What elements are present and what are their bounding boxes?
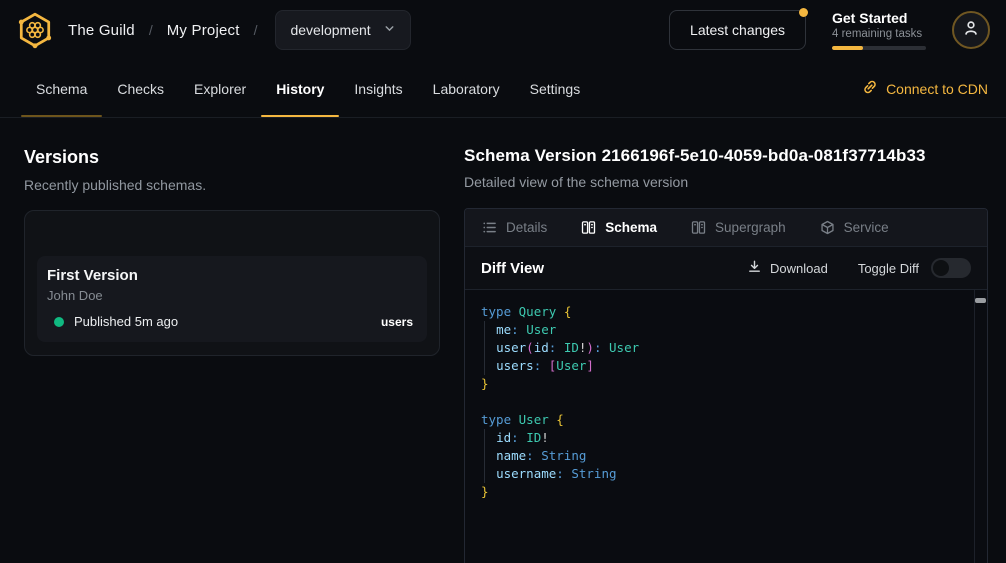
- service-badge: users: [381, 315, 413, 329]
- top-bar: The Guild / My Project / development Lat…: [0, 0, 1006, 60]
- published-status-dot: [54, 317, 64, 327]
- breadcrumb: The Guild / My Project / development: [16, 10, 411, 50]
- detail-tab-schema[interactable]: Schema: [581, 220, 657, 235]
- version-meta-row: Published 5m ago users: [47, 314, 413, 329]
- schema-sdl-code: type Query { me: User user(id: ID!): Use…: [465, 289, 987, 563]
- download-button[interactable]: Download: [747, 259, 828, 277]
- versions-title: Versions: [24, 147, 440, 168]
- tab-explorer[interactable]: Explorer: [179, 60, 261, 117]
- switch-knob: [933, 260, 949, 276]
- tab-settings[interactable]: Settings: [515, 60, 596, 117]
- detail-tab-supergraph[interactable]: Supergraph: [691, 220, 786, 235]
- code-scrollbar: [974, 290, 987, 563]
- hive-logo-icon[interactable]: [16, 11, 54, 49]
- detail-tab-details[interactable]: Details: [482, 220, 547, 235]
- project-link[interactable]: My Project: [167, 22, 240, 39]
- target-nav: SchemaChecksExplorerHistoryInsightsLabor…: [0, 60, 1006, 118]
- tab-checks[interactable]: Checks: [102, 60, 179, 117]
- detail-tabs: Details Schema Supergraph Service: [465, 209, 987, 246]
- schema-version-panel: Schema Version 2166196f-5e10-4059-bd0a-0…: [464, 118, 988, 563]
- code-line: }: [481, 375, 971, 393]
- nav-tabs: SchemaChecksExplorerHistoryInsightsLabor…: [0, 60, 595, 117]
- cube-icon: [820, 220, 835, 235]
- schema-version-title: Schema Version 2166196f-5e10-4059-bd0a-0…: [464, 146, 988, 166]
- breadcrumb-separator: /: [254, 22, 258, 38]
- version-status: Published 5m ago: [74, 314, 178, 329]
- latest-changes-button[interactable]: Latest changes: [669, 10, 806, 50]
- get-started-widget[interactable]: Get Started 4 remaining tasks: [832, 10, 926, 50]
- tab-laboratory[interactable]: Laboratory: [418, 60, 515, 117]
- version-list-item[interactable]: First Version John Doe Published 5m ago …: [37, 256, 427, 342]
- org-link[interactable]: The Guild: [68, 22, 135, 39]
- code-line: username: String: [481, 465, 971, 483]
- breadcrumb-separator: /: [149, 22, 153, 38]
- diff-actions: Download Toggle Diff: [747, 258, 971, 278]
- get-started-title: Get Started: [832, 10, 926, 26]
- schema-detail-card: Details Schema Supergraph Service Diff View…: [464, 208, 988, 563]
- code-line: }: [481, 483, 971, 501]
- main-content: Versions Recently published schemas. Fir…: [0, 118, 1006, 563]
- diff-view-title: Diff View: [481, 260, 544, 277]
- columns-icon: [581, 220, 596, 235]
- connect-to-cdn-button[interactable]: Connect to CDN: [862, 60, 988, 117]
- detail-tab-service[interactable]: Service: [820, 220, 889, 235]
- versions-subtitle: Recently published schemas.: [24, 177, 440, 193]
- version-author: John Doe: [47, 288, 413, 303]
- environment-dropdown[interactable]: development: [275, 10, 410, 50]
- download-icon: [747, 259, 762, 277]
- code-line: users: [User]: [481, 357, 971, 375]
- link-icon: [862, 79, 878, 98]
- versions-list-card: First Version John Doe Published 5m ago …: [24, 210, 440, 356]
- code-line: me: User: [481, 321, 971, 339]
- list-icon: [482, 220, 497, 235]
- toggle-diff-switch[interactable]: [931, 258, 971, 278]
- notification-dot: [799, 8, 808, 17]
- indent-guide: [484, 429, 485, 483]
- user-avatar[interactable]: [952, 11, 990, 49]
- version-name: First Version: [47, 267, 413, 284]
- header-actions: Latest changes Get Started 4 remaining t…: [669, 10, 990, 50]
- environment-value: development: [290, 22, 370, 38]
- indent-guide: [484, 321, 485, 375]
- toggle-diff-label: Toggle Diff: [858, 261, 919, 276]
- code-line: type User {: [481, 411, 971, 429]
- schema-version-subtitle: Detailed view of the schema version: [464, 174, 988, 190]
- code-line: type Query {: [481, 303, 971, 321]
- versions-panel: Versions Recently published schemas. Fir…: [0, 118, 464, 563]
- code-line: name: String: [481, 447, 971, 465]
- code-line: user(id: ID!): User: [481, 339, 971, 357]
- get-started-progress-fill: [832, 46, 863, 50]
- chevron-down-icon: [383, 22, 396, 38]
- get-started-progressbar: [832, 46, 926, 50]
- columns-icon: [691, 220, 706, 235]
- tab-schema[interactable]: Schema: [21, 60, 102, 117]
- download-label: Download: [770, 261, 828, 276]
- get-started-subtitle: 4 remaining tasks: [832, 28, 926, 40]
- tab-history[interactable]: History: [261, 60, 339, 117]
- code-scrollbar-thumb[interactable]: [975, 298, 986, 303]
- connect-to-cdn-label: Connect to CDN: [886, 81, 988, 97]
- code-line: id: ID!: [481, 429, 971, 447]
- code-line: [481, 393, 971, 411]
- person-icon: [962, 19, 980, 42]
- diff-toolbar: Diff View Download Toggle Diff: [465, 246, 987, 289]
- tab-insights[interactable]: Insights: [339, 60, 417, 117]
